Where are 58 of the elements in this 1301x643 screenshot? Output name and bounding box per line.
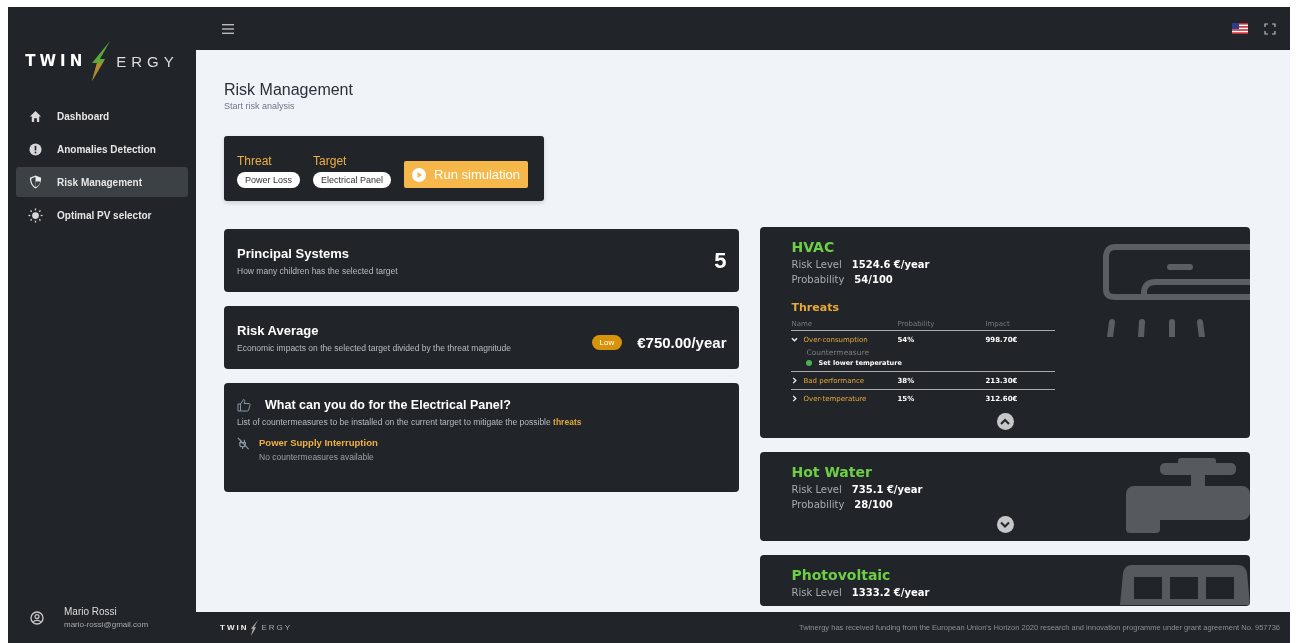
- risk-label: Risk Level: [791, 484, 842, 495]
- home-icon: [28, 109, 43, 123]
- sun-icon: [28, 207, 43, 223]
- logo-text: TWIN: [220, 623, 249, 632]
- threat-title: Power Supply Interruption: [259, 437, 378, 448]
- card-subtitle: List of countermeasures to be installed on the current target to mitigate the possible threats: [237, 417, 583, 427]
- user-name: Mario Rossi: [64, 606, 118, 617]
- alert-icon: [28, 142, 43, 156]
- thumbs-up-icon: [237, 398, 251, 412]
- probability-value: 54/100: [854, 274, 893, 285]
- risk-value: 1524.6 €/year: [851, 259, 930, 270]
- toggle-button[interactable]: [996, 516, 1014, 533]
- card-subtitle: Economic impacts on the selected target divided by the threat magnitude: [237, 342, 512, 353]
- system-name: Hot Water: [791, 464, 873, 480]
- risk-label: Risk Level: [791, 587, 842, 598]
- threats-link[interactable]: threats: [553, 417, 582, 427]
- flag-icon[interactable]: [1232, 23, 1248, 34]
- card-title: Principal Systems: [237, 245, 350, 261]
- toggle-button[interactable]: [996, 413, 1014, 430]
- card-subtitle: How many children has the selected target: [237, 265, 398, 276]
- play-icon: [412, 167, 427, 182]
- chevron-icon: [1000, 521, 1011, 528]
- unplugged-icon: [237, 437, 250, 450]
- probability-value: 28/100: [854, 499, 893, 510]
- nav-item[interactable]: Optimal PV selector: [16, 200, 188, 230]
- risk-label: Risk Level: [791, 259, 842, 270]
- status-dot: [806, 360, 813, 366]
- logo-text: ERGY: [116, 52, 179, 70]
- logo-text: ERGY: [261, 623, 293, 632]
- probability-label: Probability: [791, 274, 845, 285]
- nav-item[interactable]: Dashboard: [16, 101, 188, 131]
- selection-chip[interactable]: Power Loss: [237, 172, 301, 188]
- chevron-icon: [1000, 418, 1011, 425]
- nav-item[interactable]: Risk Management: [16, 167, 188, 197]
- threats-heading: Threats: [791, 301, 840, 314]
- probability-label: Probability: [791, 499, 845, 510]
- systems-count: 5: [714, 247, 727, 274]
- field-label: Threat: [237, 154, 272, 168]
- user-email: mario-rossi@gmail.com: [64, 620, 149, 629]
- card-title: Risk Average: [237, 322, 320, 338]
- risk-badge: Low: [591, 335, 623, 350]
- user-icon: [30, 610, 44, 625]
- risk-value: €750.00/year: [637, 334, 727, 351]
- nav-item[interactable]: Anomalies Detection: [16, 134, 188, 164]
- card-title: What can you do for the Electrical Panel?: [265, 398, 511, 412]
- page-subtitle: Start risk analysis: [224, 101, 296, 111]
- page-title: Risk Management: [224, 81, 354, 99]
- selection-chip[interactable]: Electrical Panel: [313, 172, 392, 188]
- system-name: Photovoltaic: [791, 567, 892, 583]
- menu-icon[interactable]: [222, 23, 234, 34]
- risk-value: 735.1 €/year: [851, 484, 923, 495]
- system-name: HVAC: [791, 239, 836, 255]
- risk-value: 1333.2 €/year: [851, 587, 930, 598]
- shield-icon: [28, 175, 43, 189]
- threat-note: No countermeasures available: [259, 452, 375, 462]
- fullscreen-icon[interactable]: [1264, 22, 1276, 35]
- logo-text: TWIN: [25, 52, 87, 70]
- field-label: Target: [313, 154, 347, 168]
